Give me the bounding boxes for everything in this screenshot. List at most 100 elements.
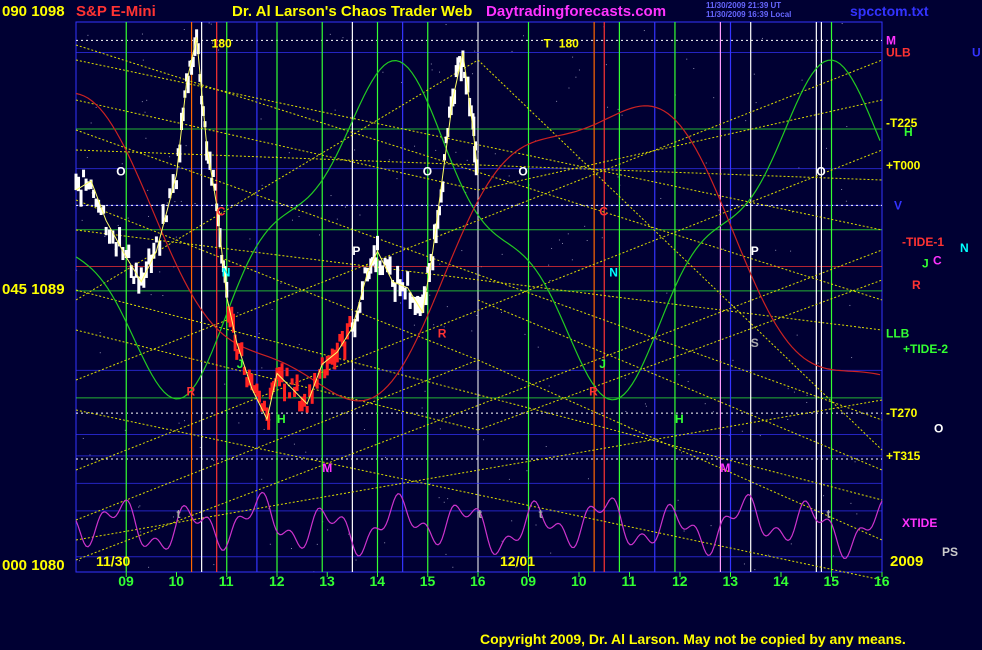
star-dot (162, 295, 164, 297)
star-dot (172, 516, 174, 518)
star-dot (87, 34, 89, 36)
timestamp-local: 11/30/2009 16:39 Local (706, 10, 791, 19)
star-dot (430, 63, 432, 65)
price-bar (82, 169, 86, 178)
star-dot (494, 153, 496, 155)
price-bar (127, 244, 131, 259)
price-bar (154, 236, 158, 243)
star-dot (471, 330, 473, 332)
right-label: C (933, 253, 942, 267)
star-dot (617, 108, 619, 110)
star-dot (433, 324, 435, 326)
star-dot (548, 264, 550, 266)
chart-annotation: R (187, 385, 196, 399)
gann-line (75, 149, 883, 181)
star-dot (545, 446, 547, 448)
star-dot (81, 219, 83, 221)
star-dot (472, 73, 474, 75)
star-dot (438, 497, 440, 499)
star-dot (644, 403, 646, 405)
star-dot (767, 554, 769, 556)
price-bar (388, 256, 392, 275)
chart-annotation: H (675, 412, 684, 426)
star-dot (511, 520, 513, 522)
price-bar (376, 235, 379, 251)
header-price-top: 090 1098 (2, 3, 65, 20)
right-label: -T270 (886, 406, 918, 420)
star-dot (249, 238, 251, 240)
star-dot (601, 237, 603, 239)
star-dot (354, 368, 356, 370)
right-label: V (894, 198, 902, 212)
gann-line (75, 229, 883, 331)
star-dot (413, 324, 415, 326)
star-dot (435, 149, 437, 151)
chart-annotation: O (518, 165, 527, 179)
star-dot (732, 359, 734, 361)
star-dot (445, 553, 447, 555)
star-dot (261, 184, 263, 186)
star-dot (169, 156, 171, 158)
star-dot (666, 292, 668, 294)
gann-line (75, 44, 883, 301)
star-dot (305, 451, 307, 453)
star-dot (683, 530, 685, 532)
ps-label: PS (942, 545, 958, 559)
page-title: Dr. Al Larson's Chaos Trader Web (232, 3, 472, 20)
star-dot (175, 236, 177, 238)
star-dot (586, 240, 588, 242)
right-label: J (922, 256, 929, 270)
star-dot (414, 145, 416, 147)
star-dot (577, 158, 579, 160)
star-dot (508, 175, 510, 177)
star-dot (82, 437, 84, 439)
star-dot (849, 304, 851, 306)
star-dot (330, 195, 332, 197)
star-dot (261, 367, 263, 369)
price-bar (343, 341, 347, 360)
star-dot (561, 242, 563, 244)
chart-annotation: H (277, 412, 286, 426)
site-name: Daytradingforecasts.com (486, 3, 666, 20)
xtide-curve (75, 491, 883, 560)
right-label: XTIDE (902, 516, 937, 530)
right-label: H (904, 125, 913, 139)
star-dot (856, 513, 858, 515)
price-bar (374, 257, 378, 273)
star-dot (445, 24, 447, 26)
star-dot (705, 162, 707, 164)
instrument-name: S&P E-Mini (76, 3, 156, 20)
star-dot (841, 188, 843, 190)
star-dot (801, 79, 803, 81)
price-bar (108, 229, 111, 244)
chart-annotation: O (816, 165, 825, 179)
star-dot (180, 200, 182, 202)
gann-line (75, 59, 883, 381)
chart-annotation: C (217, 204, 226, 218)
star-dot (316, 543, 318, 545)
star-dot (396, 178, 398, 180)
y-label-mid: 045 1089 (2, 281, 65, 298)
star-dot (237, 312, 239, 314)
star-dot (571, 259, 573, 261)
star-dot (793, 391, 795, 393)
star-dot (718, 209, 720, 211)
star-dot (759, 435, 761, 437)
star-dot (199, 447, 201, 449)
star-dot (501, 253, 503, 255)
star-dot (86, 156, 88, 158)
star-dot (174, 201, 176, 203)
star-dot (224, 383, 226, 385)
star-dot (575, 76, 577, 78)
price-bar (288, 392, 292, 399)
star-dot (269, 543, 271, 545)
price-bar (393, 283, 397, 302)
star-dot (213, 459, 215, 461)
star-dot (693, 67, 695, 69)
price-bar (285, 367, 289, 377)
star-dot (89, 454, 91, 456)
star-dot (535, 524, 537, 526)
star-dot (424, 390, 426, 392)
chart-annotation: R (438, 327, 447, 341)
star-dot (712, 411, 714, 413)
